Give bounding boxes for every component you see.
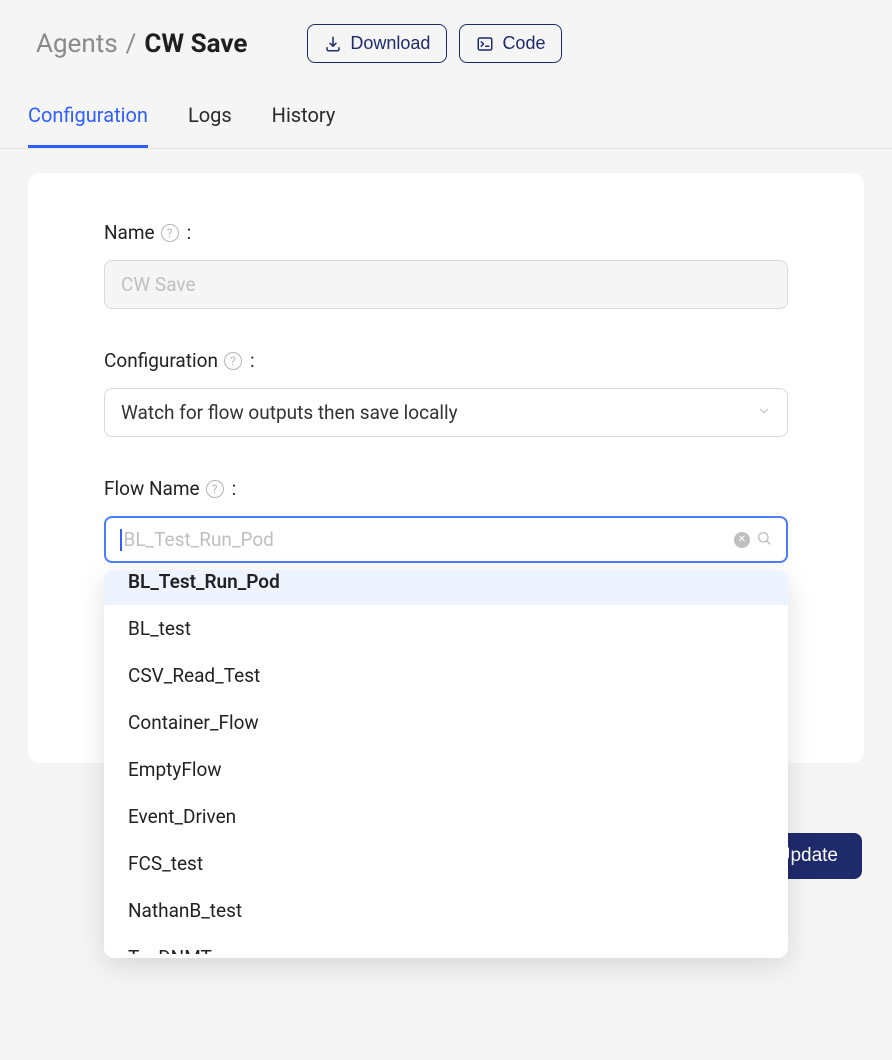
dropdown-option[interactable]: FCS_test xyxy=(104,840,788,887)
breadcrumb-parent[interactable]: Agents xyxy=(36,29,118,59)
help-icon[interactable]: ? xyxy=(206,480,224,498)
flow-name-input[interactable]: BL_Test_Run_Pod ✕ xyxy=(104,516,788,563)
code-button[interactable]: Code xyxy=(459,24,562,63)
download-label: Download xyxy=(350,33,430,54)
combo-icons: ✕ xyxy=(734,530,772,550)
dropdown-option[interactable]: NathanB_test xyxy=(104,887,788,934)
code-label: Code xyxy=(502,33,545,54)
field-name: Name ? : CW Save xyxy=(104,221,788,309)
chevron-down-icon xyxy=(757,404,771,422)
breadcrumb-separator: / xyxy=(126,29,137,59)
flow-name-label-row: Flow Name ? : xyxy=(104,477,788,500)
dropdown-option[interactable]: Container_Flow xyxy=(104,699,788,746)
page-header: Agents / CW Save Download Code xyxy=(0,0,892,63)
field-flow-name: Flow Name ? : BL_Test_Run_Pod ✕ BL_Test_… xyxy=(104,477,788,563)
header-actions: Download Code xyxy=(307,24,562,63)
dropdown-option[interactable]: BL_Test_Run_Pod xyxy=(104,570,788,605)
tabs: Configuration Logs History xyxy=(0,63,892,149)
name-label: Name xyxy=(104,221,155,244)
label-colon: : xyxy=(232,477,237,500)
config-card: Name ? : CW Save Configuration ? : Watch… xyxy=(28,173,864,763)
name-label-row: Name ? : xyxy=(104,221,788,244)
search-icon xyxy=(756,530,772,550)
flow-name-dropdown: BL_Test_Run_Pod BL_test CSV_Read_Test Co… xyxy=(104,570,788,958)
name-input: CW Save xyxy=(104,260,788,309)
label-colon: : xyxy=(250,349,255,372)
breadcrumb: Agents / CW Save xyxy=(36,29,247,59)
download-button[interactable]: Download xyxy=(307,24,447,63)
tab-configuration[interactable]: Configuration xyxy=(28,103,148,148)
label-colon: : xyxy=(187,221,192,244)
download-icon xyxy=(324,35,342,53)
clear-icon[interactable]: ✕ xyxy=(734,532,750,548)
dropdown-option[interactable]: EmptyFlow xyxy=(104,746,788,793)
text-cursor xyxy=(120,529,122,551)
dropdown-option[interactable]: BL_test xyxy=(104,605,788,652)
configuration-label: Configuration xyxy=(104,349,218,372)
dropdown-option[interactable]: CSV_Read_Test xyxy=(104,652,788,699)
tab-logs[interactable]: Logs xyxy=(188,103,232,148)
help-icon[interactable]: ? xyxy=(161,224,179,242)
configuration-value: Watch for flow outputs then save locally xyxy=(121,401,458,424)
help-icon[interactable]: ? xyxy=(224,352,242,370)
dropdown-option[interactable]: Event_Driven xyxy=(104,793,788,840)
configuration-label-row: Configuration ? : xyxy=(104,349,788,372)
breadcrumb-current: CW Save xyxy=(144,29,247,59)
flow-name-label: Flow Name xyxy=(104,477,200,500)
flow-name-placeholder: BL_Test_Run_Pod xyxy=(124,528,735,551)
dropdown-option[interactable]: T DNMT xyxy=(104,934,788,954)
flow-name-combo-container: BL_Test_Run_Pod ✕ BL_Test_Run_Pod BL_tes… xyxy=(104,516,788,563)
tab-history[interactable]: History xyxy=(272,103,336,148)
terminal-icon xyxy=(476,35,494,53)
configuration-select[interactable]: Watch for flow outputs then save locally xyxy=(104,388,788,437)
field-configuration: Configuration ? : Watch for flow outputs… xyxy=(104,349,788,437)
